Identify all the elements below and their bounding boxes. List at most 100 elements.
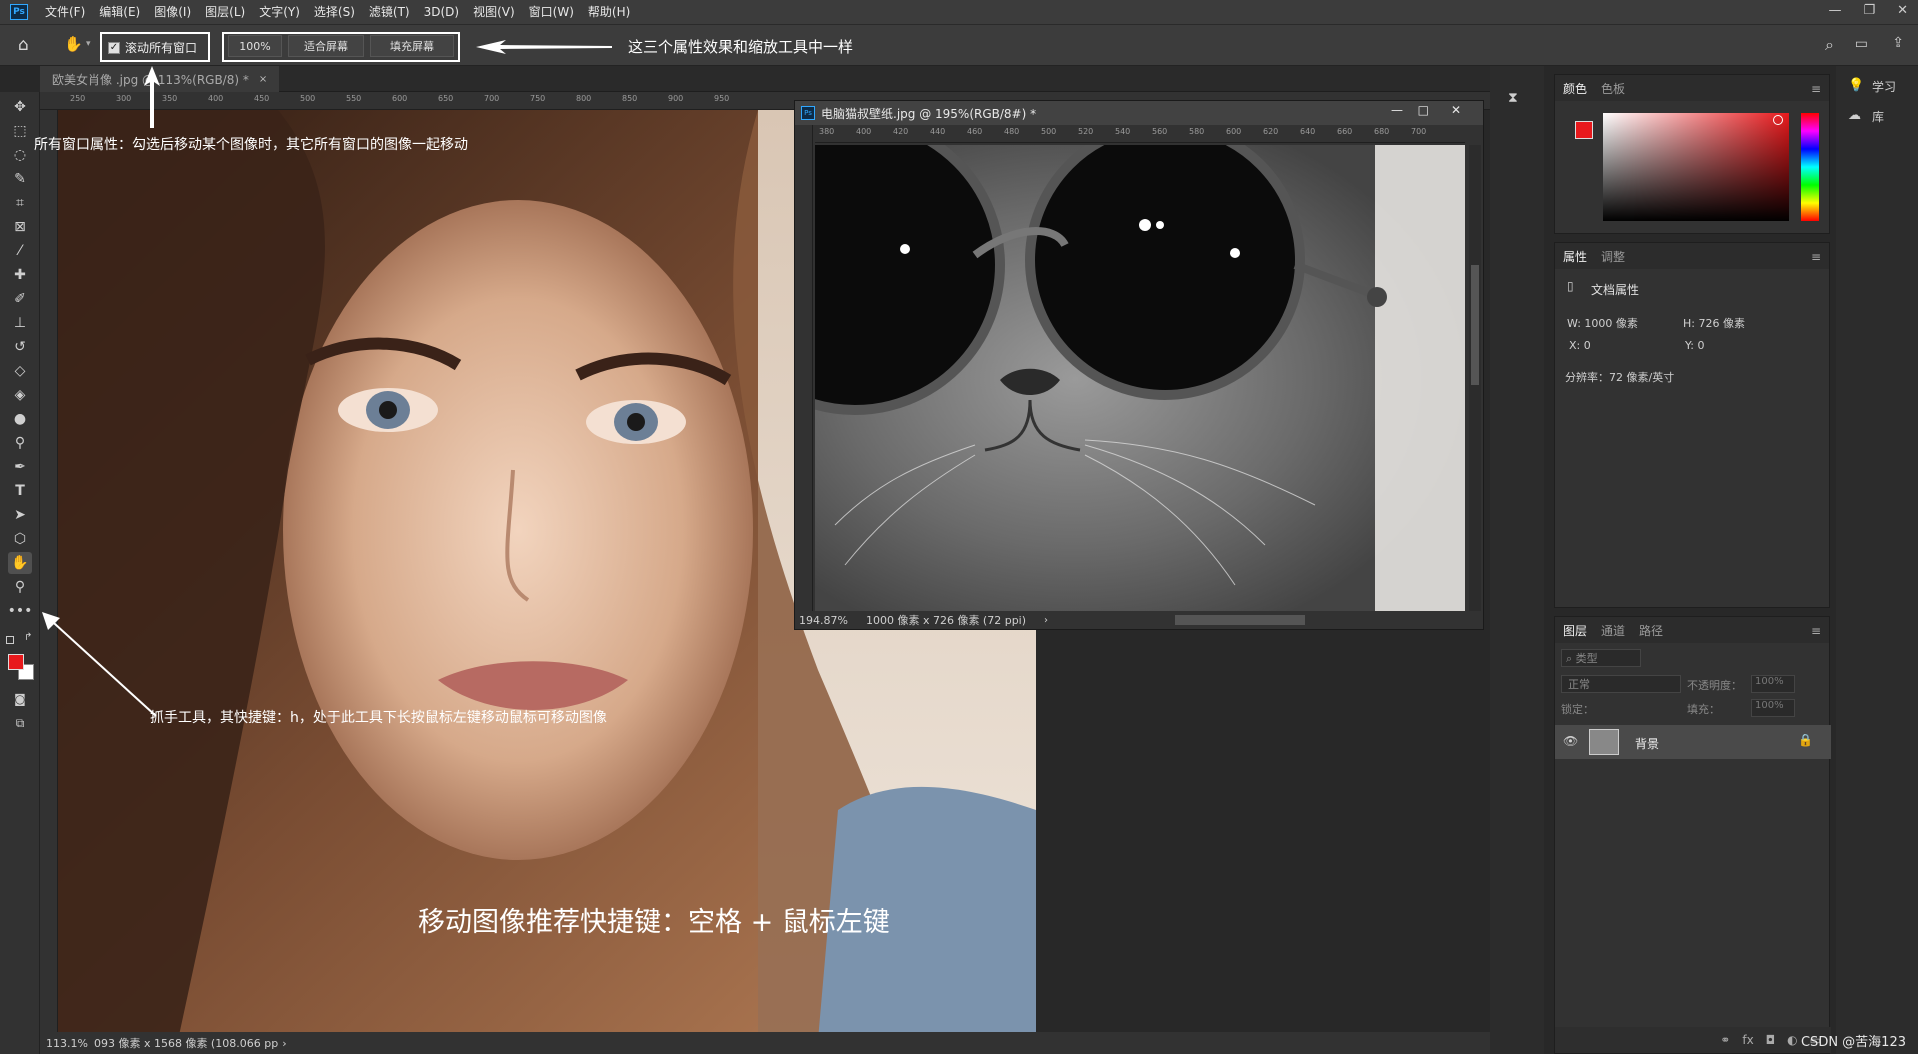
menu-filter[interactable]: 滤镜(T) — [362, 0, 417, 24]
close-icon[interactable]: ✕ — [1451, 103, 1461, 117]
brush-tool-icon[interactable]: ✐ — [8, 288, 32, 310]
chevron-down-icon[interactable]: ▾ — [86, 39, 91, 49]
menu-help[interactable]: 帮助(H) — [581, 0, 637, 24]
path-select-tool-icon[interactable]: ➤ — [8, 504, 32, 526]
link-layers-icon[interactable]: ⚭ — [1720, 1033, 1730, 1047]
floating-document-window[interactable]: Ps 电脑猫叔壁纸.jpg @ 195%(RGB/8#) * — □ ✕ 380… — [794, 100, 1484, 630]
height-value[interactable]: H: 726 像素 — [1683, 315, 1745, 331]
tab-properties[interactable]: 属性 — [1563, 248, 1587, 265]
restore-icon[interactable]: ❐ — [1863, 0, 1875, 22]
share-icon[interactable]: ⇪ — [1892, 35, 1904, 51]
hand-tool-icon[interactable]: ✋ — [8, 552, 32, 574]
learn-icon[interactable]: 💡 — [1848, 78, 1864, 93]
minimize-icon[interactable]: — — [1391, 103, 1403, 117]
screen-mode-icon[interactable]: ⧉ — [8, 712, 32, 734]
fit-screen-button[interactable]: 适合屏幕 — [288, 35, 364, 57]
foreground-color-swatch[interactable] — [8, 654, 24, 670]
tab-adjustments[interactable]: 调整 — [1601, 248, 1625, 265]
panel-menu-icon[interactable]: ≡ — [1811, 82, 1821, 96]
menu-type[interactable]: 文字(Y) — [252, 0, 307, 24]
tab-layers[interactable]: 图层 — [1563, 622, 1587, 639]
vertical-scrollbar[interactable] — [1469, 145, 1481, 613]
library-icon[interactable]: ☁ — [1848, 108, 1861, 123]
hand-tool-preset-icon[interactable]: ✋ — [64, 35, 83, 53]
tab-swatches[interactable]: 色板 — [1601, 80, 1625, 97]
foreground-color-swatch[interactable] — [1575, 121, 1593, 139]
pen-tool-icon[interactable]: ✒ — [8, 456, 32, 478]
cat-image[interactable] — [815, 145, 1465, 613]
home-icon[interactable]: ⌂ — [18, 35, 29, 55]
zoom-tool-icon[interactable]: ⚲ — [8, 576, 32, 598]
default-colors-icon[interactable] — [6, 636, 14, 644]
menu-window[interactable]: 窗口(W) — [522, 0, 581, 24]
swap-colors-icon[interactable]: ↱ — [24, 632, 32, 643]
menu-layer[interactable]: 图层(L) — [198, 0, 252, 24]
close-icon[interactable]: ✕ — [1897, 0, 1908, 22]
chevron-right-icon[interactable]: › — [1044, 615, 1048, 626]
menu-view[interactable]: 视图(V) — [466, 0, 522, 24]
eraser-tool-icon[interactable]: ◇ — [8, 360, 32, 382]
blend-mode-select[interactable]: 正常 — [1561, 675, 1681, 693]
fill-input[interactable]: 100% — [1751, 699, 1795, 717]
panel-menu-icon[interactable]: ≡ — [1811, 624, 1821, 638]
checkbox-checked-icon[interactable]: ✓ — [108, 41, 120, 54]
menu-file[interactable]: 文件(F) — [38, 0, 92, 24]
y-value[interactable]: Y: 0 — [1685, 339, 1704, 352]
fill-screen-button[interactable]: 填充屏幕 — [370, 35, 454, 57]
history-brush-tool-icon[interactable]: ↺ — [8, 336, 32, 358]
zoom-100-button[interactable]: 100% — [228, 35, 282, 57]
x-value[interactable]: X: 0 — [1569, 339, 1591, 352]
fx-icon[interactable]: fx — [1742, 1033, 1753, 1047]
floating-zoom-level[interactable]: 194.87% — [799, 614, 848, 627]
dodge-tool-icon[interactable]: ⚲ — [8, 432, 32, 454]
layer-filter-select[interactable]: ⌕ 类型 — [1561, 649, 1641, 667]
eye-visibility-icon[interactable]: 👁 — [1563, 734, 1578, 748]
tab-paths[interactable]: 路径 — [1639, 622, 1663, 639]
layer-row[interactable]: 👁 背景 🔒 — [1555, 725, 1831, 759]
tab-color[interactable]: 颜色 — [1563, 80, 1587, 97]
crop-tool-icon[interactable]: ⌗ — [8, 192, 32, 214]
menu-image[interactable]: 图像(I) — [147, 0, 198, 24]
menu-select[interactable]: 选择(S) — [307, 0, 362, 24]
width-value[interactable]: W: 1000 像素 — [1567, 315, 1638, 331]
opacity-input[interactable]: 100% — [1751, 675, 1795, 693]
menu-edit[interactable]: 编辑(E) — [92, 0, 147, 24]
tab-channels[interactable]: 通道 — [1601, 622, 1625, 639]
paint-bucket-tool-icon[interactable]: ◈ — [8, 384, 32, 406]
horizontal-scrollbar-thumb[interactable] — [1175, 615, 1305, 625]
more-tools-icon[interactable]: ••• — [8, 600, 33, 622]
scrollbar-thumb[interactable] — [1471, 265, 1479, 385]
adjustment-icon[interactable]: ◐ — [1787, 1033, 1797, 1047]
library-label[interactable]: 库 — [1872, 108, 1884, 125]
type-tool-icon[interactable]: T — [8, 480, 32, 502]
blur-tool-icon[interactable]: ● — [8, 408, 32, 430]
healing-brush-tool-icon[interactable]: ✚ — [8, 264, 32, 286]
minimize-icon[interactable]: — — [1828, 0, 1841, 22]
zoom-level[interactable]: 113.1% — [46, 1037, 88, 1050]
marquee-tool-icon[interactable]: ⬚ — [8, 120, 32, 142]
move-tool-icon[interactable]: ✥ — [8, 96, 32, 118]
quick-select-tool-icon[interactable]: ✎ — [8, 168, 32, 190]
mask-icon[interactable]: ◘ — [1766, 1033, 1776, 1047]
color-picker-cursor[interactable] — [1773, 115, 1783, 125]
layer-name[interactable]: 背景 — [1635, 735, 1659, 752]
maximize-icon[interactable]: □ — [1418, 103, 1429, 117]
menu-3d[interactable]: 3D(D) — [417, 0, 466, 24]
floating-window-titlebar[interactable]: Ps 电脑猫叔壁纸.jpg @ 195%(RGB/8#) * — □ ✕ — [795, 101, 1483, 125]
workspace-icon[interactable]: ▭ — [1855, 36, 1868, 52]
clone-stamp-tool-icon[interactable]: ⊥ — [8, 312, 32, 334]
panel-menu-icon[interactable]: ≡ — [1811, 250, 1821, 264]
learn-label[interactable]: 学习 — [1872, 78, 1896, 95]
quick-mask-icon[interactable]: ◙ — [8, 688, 32, 710]
history-panel-icon[interactable]: ⧗ — [1508, 90, 1518, 106]
eyedropper-tool-icon[interactable]: ⁄ — [8, 240, 32, 262]
color-field[interactable] — [1603, 113, 1789, 221]
chevron-right-icon[interactable]: › — [282, 1037, 286, 1050]
frame-tool-icon[interactable]: ⊠ — [8, 216, 32, 238]
shape-tool-icon[interactable]: ⬡ — [8, 528, 32, 550]
search-icon[interactable]: ⌕ — [1825, 35, 1834, 55]
tab-close-icon[interactable]: × — [259, 74, 267, 85]
hue-slider[interactable] — [1801, 113, 1819, 221]
lasso-tool-icon[interactable]: ◌ — [8, 144, 32, 166]
scroll-all-windows-option[interactable]: ✓ 滚动所有窗口 — [108, 39, 197, 56]
